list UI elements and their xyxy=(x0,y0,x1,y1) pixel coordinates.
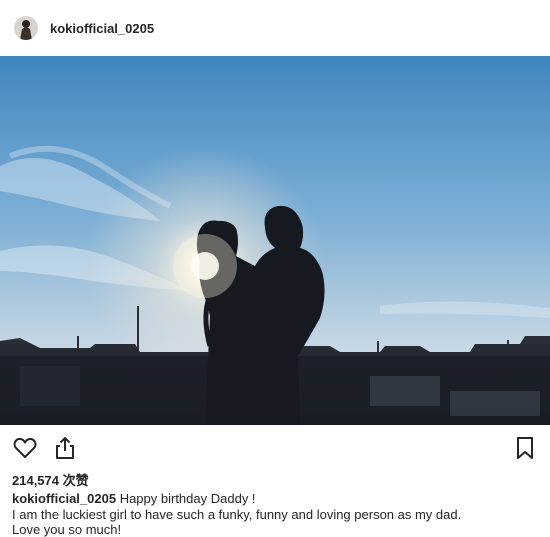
post-photo[interactable] xyxy=(0,56,550,425)
post-username[interactable]: kokiofficial_0205 xyxy=(50,21,154,36)
caption-text-2: I am the luckiest girl to have such a fu… xyxy=(12,506,462,522)
caption-text-1: Happy birthday Daddy ! xyxy=(119,491,256,506)
caption-text-3: Love you so much! xyxy=(12,522,122,537)
post-header: kokiofficial_0205 xyxy=(0,0,550,56)
likes-label: 次赞 xyxy=(62,473,89,488)
avatar[interactable] xyxy=(14,16,38,40)
likes-count[interactable]: 214,574 次赞 xyxy=(12,470,89,489)
share-icon[interactable] xyxy=(52,435,78,461)
likes-number: 214,574 xyxy=(12,473,59,488)
post-actions-bar xyxy=(0,425,550,469)
bookmark-icon[interactable] xyxy=(512,435,538,461)
caption-username[interactable]: kokiofficial_0205 xyxy=(12,491,116,506)
caption-line-1: kokiofficial_0205 Happy birthday Daddy ! xyxy=(12,491,542,507)
heart-icon[interactable] xyxy=(12,435,38,461)
post-caption: kokiofficial_0205 Happy birthday Daddy !… xyxy=(12,491,542,537)
